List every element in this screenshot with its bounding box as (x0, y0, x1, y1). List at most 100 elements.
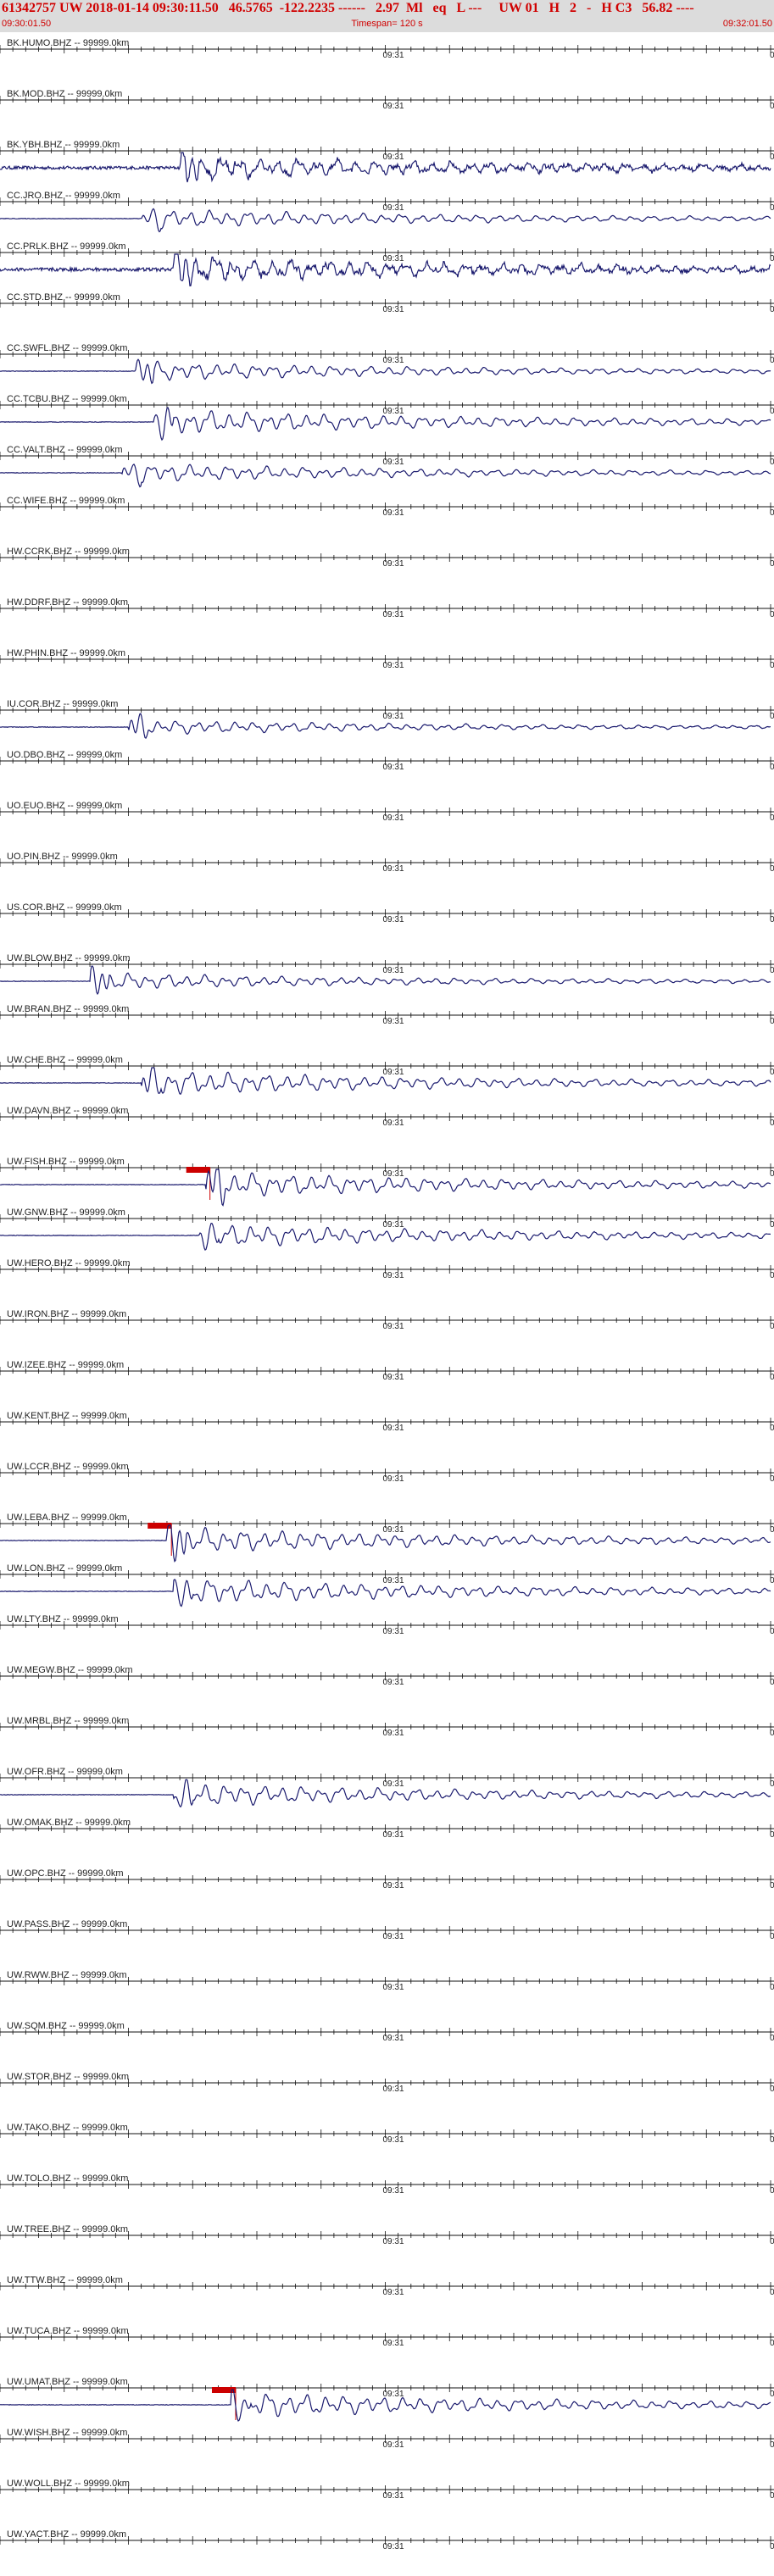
right-edge-label: 0 (770, 1932, 774, 1941)
station-label: UO.DBO.BHZ -- 99999.0km (7, 750, 122, 760)
station-label: UW.WOLL.BHZ -- 99999.0km (7, 2479, 130, 2489)
center-time-label: 09:31 (383, 610, 404, 619)
right-edge-label: 0 (770, 356, 774, 365)
station-label: IU.COR.BHZ -- 99999.0km (7, 699, 118, 709)
center-time-label: 09:31 (383, 1983, 404, 1992)
station-label: UW.SQM.BHZ -- 99999.0km (7, 2021, 125, 2031)
right-edge-label: 0 (770, 1119, 774, 1128)
right-edge-label: 0 (770, 407, 774, 416)
center-time-label: 09:31 (383, 915, 404, 924)
center-time-label: 09:31 (383, 1068, 404, 1077)
center-time-label: 09:31 (383, 763, 404, 772)
right-edge-label: 0 (770, 1678, 774, 1687)
station-label: UW.HERO.BHZ -- 99999.0km (7, 1258, 130, 1269)
center-time-label: 09:31 (383, 305, 404, 314)
right-edge-label: 0 (770, 2034, 774, 2043)
center-time-label: 09:31 (383, 508, 404, 518)
center-time-label: 09:31 (383, 1525, 404, 1535)
right-edge-label: 0 (770, 1729, 774, 1738)
right-edge-label: 0 (770, 508, 774, 518)
station-label: UW.LEBA.BHZ -- 99999.0km (7, 1513, 127, 1523)
station-label: UO.EUO.BHZ -- 99999.0km (7, 801, 122, 811)
right-edge-label: 0 (770, 51, 774, 60)
station-label: HW.DDRF.BHZ -- 99999.0km (7, 597, 128, 608)
right-edge-label: 0 (770, 254, 774, 264)
right-edge-label: 0 (770, 610, 774, 619)
center-time-label: 09:31 (383, 102, 404, 111)
center-time-label: 09:31 (383, 1271, 404, 1280)
center-time-label: 09:31 (383, 1169, 404, 1179)
center-time-label: 09:31 (383, 1830, 404, 1840)
station-label: CC.SWFL.BHZ -- 99999.0km (7, 343, 127, 353)
center-time-label: 09:31 (383, 1576, 404, 1585)
right-edge-label: 0 (770, 966, 774, 975)
station-label: CC.STD.BHZ -- 99999.0km (7, 292, 120, 303)
right-edge-label: 0 (770, 2440, 774, 2450)
center-time-label: 09:31 (383, 203, 404, 213)
station-label: UW.FISH.BHZ -- 99999.0km (7, 1157, 125, 1167)
right-edge-label: 0 (770, 2237, 774, 2246)
station-label: CC.TCBU.BHZ -- 99999.0km (7, 394, 127, 404)
center-time-label: 09:31 (383, 2034, 404, 2043)
station-label: UW.UMAT.BHZ -- 99999.0km (7, 2377, 128, 2387)
right-edge-label: 0 (770, 661, 774, 670)
center-time-label: 09:31 (383, 559, 404, 569)
center-time-label: 09:31 (383, 1678, 404, 1687)
station-label: UW.IRON.BHZ -- 99999.0km (7, 1309, 126, 1319)
right-edge-label: 0 (770, 2135, 774, 2145)
station-label: UW.LON.BHZ -- 99999.0km (7, 1563, 122, 1574)
station-label: HW.CCRK.BHZ -- 99999.0km (7, 547, 130, 557)
center-time-label: 09:31 (383, 1474, 404, 1484)
station-label: UW.MRBL.BHZ -- 99999.0km (7, 1716, 129, 1726)
station-label: UW.OPC.BHZ -- 99999.0km (7, 1868, 124, 1879)
right-edge-label: 0 (770, 1627, 774, 1636)
station-label: UW.GNW.BHZ -- 99999.0km (7, 1208, 125, 1218)
station-label: UW.OMAK.BHZ -- 99999.0km (7, 1818, 131, 1828)
seismogram-plot: 09:31 0 BK.HUMO.BHZ -- 99999.0km 09:31 0 BK.M… (0, 38, 774, 2551)
center-time-label: 09:31 (383, 254, 404, 264)
station-label: UW.TTW.BHZ -- 99999.0km (7, 2275, 123, 2285)
station-label: UO.PIN.BHZ -- 99999.0km (7, 852, 118, 862)
right-edge-label: 0 (770, 1525, 774, 1535)
station-label: CC.PRLK.BHZ -- 99999.0km (7, 242, 126, 252)
right-edge-label: 0 (770, 1271, 774, 1280)
right-edge-label: 0 (770, 1322, 774, 1331)
center-time-label: 09:31 (383, 2339, 404, 2348)
station-label: UW.LTY.BHZ -- 99999.0km (7, 1614, 119, 1624)
record-header: 61342757 UW 2018-01-14 09:30:11.50 46.57… (0, 0, 774, 32)
right-edge-label: 0 (770, 458, 774, 467)
station-label: UW.BLOW.BHZ -- 99999.0km (7, 953, 130, 963)
station-label: UW.STOR.BHZ -- 99999.0km (7, 2072, 129, 2082)
right-edge-label: 0 (770, 2186, 774, 2196)
center-time-label: 09:31 (383, 2390, 404, 2399)
right-edge-label: 0 (770, 1830, 774, 1840)
center-time-label: 09:31 (383, 1322, 404, 1331)
station-label: UW.TOLO.BHZ -- 99999.0km (7, 2174, 128, 2184)
center-time-label: 09:31 (383, 1932, 404, 1941)
center-time-label: 09:31 (383, 153, 404, 162)
event-title: 61342757 UW 2018-01-14 09:30:11.50 46.57… (2, 1, 694, 15)
center-time-label: 09:31 (383, 51, 404, 60)
station-label: BK.HUMO.BHZ -- 99999.0km (7, 38, 129, 48)
center-time-label: 09:31 (383, 813, 404, 823)
center-time-label: 09:31 (383, 1373, 404, 1382)
station-label: UW.DAVN.BHZ -- 99999.0km (7, 1106, 128, 1116)
station-label: BK.YBH.BHZ -- 99999.0km (7, 140, 120, 150)
right-edge-label: 0 (770, 1424, 774, 1433)
station-label: UW.WISH.BHZ -- 99999.0km (7, 2428, 127, 2438)
center-time-label: 09:31 (383, 1779, 404, 1789)
center-time-label: 09:31 (383, 2542, 404, 2551)
right-edge-label: 0 (770, 864, 774, 874)
right-edge-label: 0 (770, 1474, 774, 1484)
right-edge-label: 0 (770, 2542, 774, 2551)
center-time-label: 09:31 (383, 864, 404, 874)
center-time-label: 09:31 (383, 661, 404, 670)
station-label: UW.YACT.BHZ -- 99999.0km (7, 2529, 126, 2540)
timespan-label: Timespan= 120 s (351, 19, 423, 29)
center-time-label: 09:31 (383, 458, 404, 467)
right-edge-label: 0 (770, 2085, 774, 2094)
station-label: UW.TUCA.BHZ -- 99999.0km (7, 2326, 129, 2336)
right-edge-label: 0 (770, 102, 774, 111)
station-label: UW.IZEE.BHZ -- 99999.0km (7, 1360, 124, 1370)
right-edge-label: 0 (770, 2288, 774, 2297)
